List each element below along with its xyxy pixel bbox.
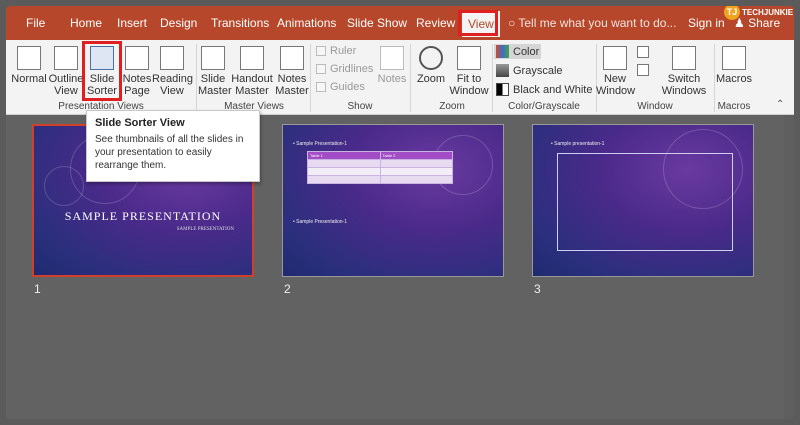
bw-swatch-icon bbox=[496, 83, 509, 96]
window-label: Window bbox=[637, 101, 673, 112]
grayscale-button[interactable]: Grayscale bbox=[496, 64, 563, 77]
ribbon-view: Normal Outline View Slide Sorter Notes P… bbox=[6, 40, 794, 115]
slide-thumbnail-2[interactable]: • Sample Presentation-1 Table 1 Table 2 •… bbox=[282, 124, 504, 277]
slide-title: SAMPLE PRESENTATION bbox=[64, 209, 222, 223]
switch-windows-button[interactable]: Switch Windows bbox=[658, 46, 710, 97]
slide-bullet: • Sample presentation-1 bbox=[551, 141, 605, 147]
person-icon: ♟ bbox=[734, 16, 749, 30]
macros-icon bbox=[722, 46, 746, 70]
cascade-icon bbox=[637, 64, 649, 76]
slide-subtitle: SAMPLE PRESENTATION bbox=[176, 227, 234, 232]
tab-animations[interactable]: Animations bbox=[277, 6, 336, 40]
share-button[interactable]: ♟ Share bbox=[734, 16, 780, 30]
grayscale-swatch-icon bbox=[496, 64, 509, 77]
magnifier-icon bbox=[419, 46, 443, 70]
color-swatch-icon bbox=[496, 45, 509, 58]
tab-file[interactable]: File bbox=[26, 6, 45, 40]
new-window-button[interactable]: New Window bbox=[596, 46, 635, 97]
slide-bullet: • Sample Presentation-1 bbox=[293, 219, 348, 225]
content-placeholder bbox=[557, 153, 733, 251]
ribbon-tab-bar: File Home Insert Design Transitions Anim… bbox=[6, 6, 794, 40]
normal-view-icon bbox=[17, 46, 41, 70]
color-grayscale-label: Color/Grayscale bbox=[508, 101, 580, 112]
slide-table: Table 1 Table 2 bbox=[307, 151, 453, 184]
slide-sorter-tooltip: Slide Sorter View See thumbnails of all … bbox=[86, 110, 260, 182]
new-window-icon bbox=[603, 46, 627, 70]
tab-design[interactable]: Design bbox=[160, 6, 197, 40]
slide-bullet: • Sample Presentation-1 bbox=[293, 141, 348, 147]
notes-master-icon bbox=[280, 46, 304, 70]
sign-in-link[interactable]: Sign in bbox=[688, 16, 725, 30]
divider bbox=[310, 44, 311, 112]
outline-view-icon bbox=[54, 46, 78, 70]
notes-toggle-button[interactable]: Notes bbox=[376, 46, 408, 85]
fit-to-window-button[interactable]: Fit to Window bbox=[448, 46, 490, 97]
show-label: Show bbox=[347, 101, 373, 112]
ruler-checkbox[interactable]: Ruler bbox=[316, 45, 356, 57]
guides-checkbox[interactable]: Guides bbox=[316, 81, 365, 93]
powerpoint-window: File Home Insert Design Transitions Anim… bbox=[6, 6, 794, 419]
handout-master-icon bbox=[240, 46, 264, 70]
cascade-button[interactable] bbox=[636, 64, 650, 79]
slide-master-icon bbox=[201, 46, 225, 70]
share-label: Share bbox=[748, 16, 781, 30]
notes-page-icon bbox=[125, 46, 149, 70]
divider bbox=[196, 44, 197, 112]
divider bbox=[410, 44, 411, 112]
slide-thumbnail-3[interactable]: • Sample presentation-1 bbox=[532, 124, 754, 277]
arrange-icon bbox=[637, 46, 649, 58]
tab-review[interactable]: Review bbox=[416, 6, 455, 40]
switch-windows-icon bbox=[672, 46, 696, 70]
lightbulb-icon: ○ bbox=[508, 16, 519, 30]
slide-sorter-highlight bbox=[82, 41, 122, 101]
zoom-button[interactable]: Zoom bbox=[414, 46, 448, 85]
tab-insert[interactable]: Insert bbox=[117, 6, 147, 40]
slide-number-2: 2 bbox=[284, 282, 291, 296]
notes-master-button[interactable]: Notes Master bbox=[274, 46, 310, 97]
slide-number-1: 1 bbox=[34, 282, 41, 296]
arrange-all-button[interactable] bbox=[636, 46, 650, 61]
collapse-ribbon-icon[interactable]: ⌃ bbox=[776, 99, 784, 110]
view-tab-highlight bbox=[458, 10, 498, 36]
black-white-button[interactable]: Black and White bbox=[496, 83, 592, 96]
handout-master-button[interactable]: Handout Master bbox=[230, 46, 274, 97]
outline-view-button[interactable]: Outline View bbox=[48, 46, 84, 97]
reading-view-button[interactable]: Reading View bbox=[152, 46, 193, 97]
tell-me-search[interactable]: ○ Tell me what you want to do... bbox=[508, 16, 676, 30]
slide-number-3: 3 bbox=[534, 282, 541, 296]
tab-home[interactable]: Home bbox=[70, 6, 102, 40]
notes-icon bbox=[380, 46, 404, 70]
gridlines-checkbox[interactable]: Gridlines bbox=[316, 63, 373, 75]
tooltip-body: See thumbnails of all the slides in your… bbox=[95, 134, 244, 171]
tab-slide-show[interactable]: Slide Show bbox=[347, 6, 407, 40]
notes-page-button[interactable]: Notes Page bbox=[122, 46, 152, 97]
zoom-label: Zoom bbox=[439, 101, 465, 112]
color-button[interactable]: Color bbox=[494, 44, 542, 59]
normal-view-button[interactable]: Normal bbox=[10, 46, 48, 85]
tell-me-text: Tell me what you want to do... bbox=[518, 16, 677, 30]
tab-transitions[interactable]: Transitions bbox=[211, 6, 269, 40]
slide-master-button[interactable]: Slide Master bbox=[198, 46, 232, 97]
reading-view-icon bbox=[160, 46, 184, 70]
macros-label: Macros bbox=[717, 101, 751, 112]
tooltip-title: Slide Sorter View bbox=[95, 117, 185, 129]
fit-window-icon bbox=[457, 46, 481, 70]
macros-button[interactable]: Macros bbox=[716, 46, 752, 85]
decorative-ring bbox=[44, 166, 84, 206]
divider bbox=[492, 44, 493, 112]
vertical-scrollbar[interactable] bbox=[784, 115, 794, 419]
